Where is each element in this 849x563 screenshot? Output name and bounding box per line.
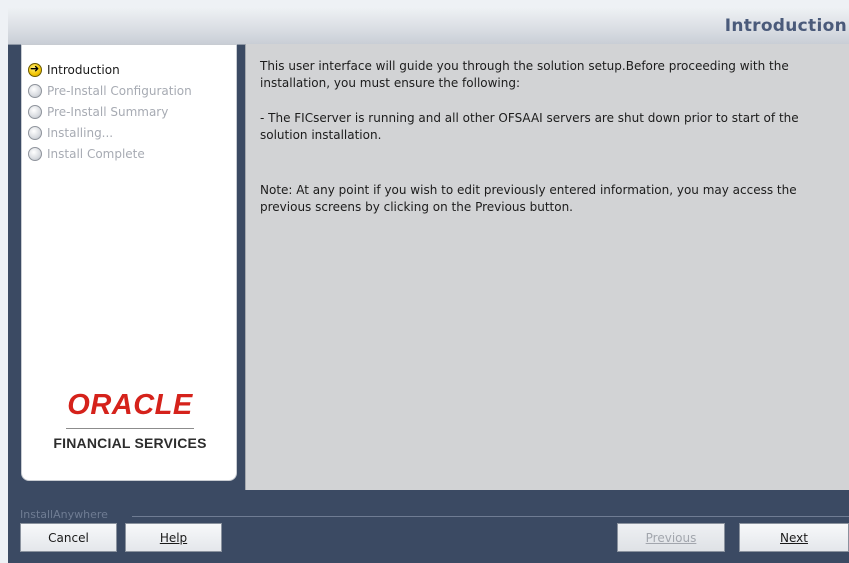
help-button-label: Help bbox=[159, 530, 188, 545]
radio-circle-icon bbox=[28, 146, 42, 161]
step-pre-install-configuration: Pre-Install Configuration bbox=[28, 80, 192, 101]
step-label: Install Complete bbox=[47, 146, 145, 161]
page-title: Introduction bbox=[724, 16, 847, 36]
requirement-paragraph: - The FICserver is running and all other… bbox=[260, 111, 799, 142]
step-pre-install-summary: Pre-Install Summary bbox=[28, 101, 192, 122]
content-panel: This user interface will guide you throu… bbox=[245, 44, 849, 490]
logo-divider bbox=[66, 428, 194, 429]
radio-circle-icon bbox=[28, 104, 42, 119]
next-button[interactable]: Next bbox=[739, 523, 849, 552]
step-introduction: Introduction bbox=[28, 59, 192, 80]
logo-subtitle: FINANCIAL SERVICES bbox=[53, 435, 207, 451]
step-installing: Installing... bbox=[28, 122, 192, 143]
step-label: Pre-Install Configuration bbox=[47, 83, 192, 98]
cancel-button[interactable]: Cancel bbox=[20, 523, 117, 552]
step-label: Pre-Install Summary bbox=[47, 104, 169, 119]
next-button-label: Next bbox=[780, 530, 808, 545]
installer-label: InstallAnywhere bbox=[20, 508, 108, 521]
footer-bar: InstallAnywhere Cancel Help Previous Nex… bbox=[8, 490, 849, 563]
footer-divider bbox=[132, 516, 849, 517]
step-install-complete: Install Complete bbox=[28, 143, 192, 164]
arrow-circle-icon bbox=[28, 62, 42, 77]
logo-brand: ORACLE bbox=[67, 389, 193, 421]
help-button[interactable]: Help bbox=[125, 523, 222, 552]
cancel-button-label: Cancel bbox=[48, 530, 89, 545]
previous-button-label: Previous bbox=[645, 530, 697, 545]
previous-button[interactable]: Previous bbox=[617, 523, 725, 552]
radio-circle-icon bbox=[28, 83, 42, 98]
title-bar: Introduction bbox=[8, 8, 849, 45]
intro-paragraph: This user interface will guide you throu… bbox=[260, 59, 789, 90]
steps-panel: Introduction Pre-Install Configuration P… bbox=[21, 44, 237, 481]
step-label: Installing... bbox=[47, 125, 114, 140]
oracle-logo: ORACLE FINANCIAL SERVICES bbox=[22, 389, 238, 451]
radio-circle-icon bbox=[28, 125, 42, 140]
steps-list: Introduction Pre-Install Configuration P… bbox=[28, 59, 192, 164]
note-paragraph: Note: At any point if you wish to edit p… bbox=[260, 183, 797, 214]
step-label: Introduction bbox=[47, 62, 120, 77]
installer-window: Introduction Introduction Pre-Install Co… bbox=[8, 8, 849, 563]
